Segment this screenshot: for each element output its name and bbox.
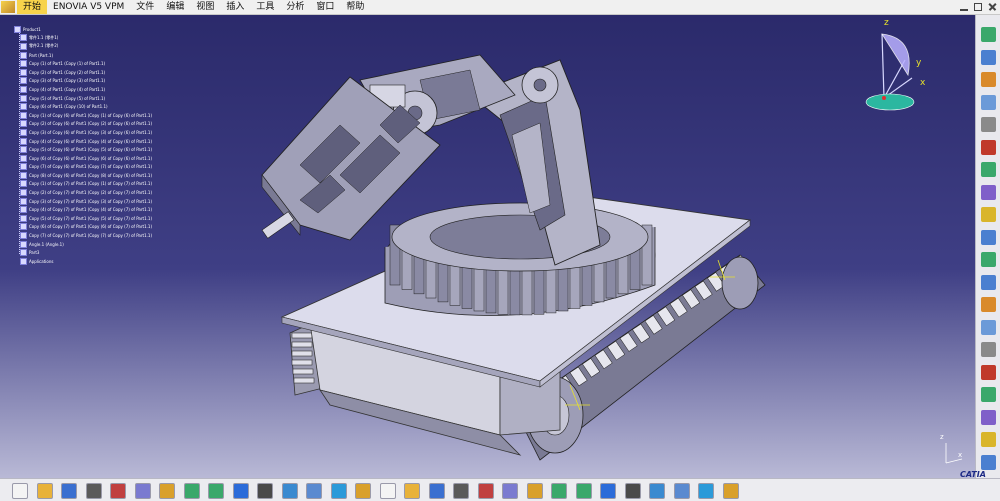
link-icon[interactable] bbox=[981, 117, 996, 132]
explode-icon[interactable] bbox=[981, 184, 996, 200]
catalog-icon[interactable] bbox=[306, 483, 322, 499]
fix-icon[interactable] bbox=[981, 342, 996, 357]
formula-icon[interactable] bbox=[257, 483, 273, 499]
normal-view-icon[interactable] bbox=[477, 483, 494, 499]
cube-icon[interactable] bbox=[649, 483, 665, 499]
manipulate-icon[interactable] bbox=[981, 139, 996, 155]
menu-view[interactable]: 视图 bbox=[190, 0, 220, 14]
window-controls bbox=[960, 0, 996, 14]
product-icon[interactable] bbox=[981, 27, 996, 42]
bottom-toolbar bbox=[0, 478, 1000, 501]
right-toolbar bbox=[975, 15, 1000, 478]
menu-file[interactable]: 文件 bbox=[130, 0, 160, 14]
robot-tank-model[interactable] bbox=[0, 15, 975, 478]
close-icon[interactable] bbox=[988, 3, 996, 11]
pan-icon[interactable] bbox=[379, 483, 396, 499]
gripper-tool bbox=[261, 211, 295, 239]
fit-all-icon[interactable] bbox=[355, 483, 371, 499]
grid-icon[interactable] bbox=[698, 483, 714, 499]
compass-y-label: y bbox=[916, 58, 922, 68]
menu-bar: 开始 ENOVIA V5 VPM 文件 编辑 视图 插入 工具 分析 窗口 帮助 bbox=[0, 0, 1000, 15]
iso-view-icon[interactable] bbox=[502, 483, 518, 499]
maximize-icon[interactable] bbox=[974, 3, 982, 11]
menu-help[interactable]: 帮助 bbox=[340, 0, 370, 14]
paste-icon[interactable] bbox=[159, 483, 175, 499]
catia-logo: CATIA bbox=[960, 470, 986, 479]
quick-constraint-icon[interactable] bbox=[981, 387, 996, 402]
rotate-icon[interactable] bbox=[404, 483, 420, 499]
menu-window[interactable]: 窗口 bbox=[310, 0, 340, 14]
scene-icon[interactable] bbox=[722, 483, 739, 499]
measure-icon[interactable] bbox=[600, 483, 616, 499]
swap-view-icon[interactable] bbox=[575, 483, 592, 499]
compass-x-label: x bbox=[920, 78, 926, 88]
offset-icon[interactable] bbox=[981, 297, 996, 312]
corner-z-label: z bbox=[940, 433, 944, 441]
constraint-icon[interactable] bbox=[981, 229, 996, 245]
open-icon[interactable] bbox=[36, 483, 53, 499]
redo-icon[interactable] bbox=[208, 483, 224, 499]
part-icon[interactable] bbox=[981, 94, 996, 110]
zoom-in-icon[interactable] bbox=[428, 483, 445, 499]
fly-mode-icon[interactable] bbox=[330, 483, 347, 499]
update-icon[interactable] bbox=[981, 454, 996, 470]
menu-tools[interactable]: 工具 bbox=[250, 0, 280, 14]
flexible-icon[interactable] bbox=[981, 409, 996, 425]
new-icon[interactable] bbox=[12, 483, 28, 499]
menu-start[interactable]: 开始 bbox=[17, 0, 48, 14]
corner-x-label: x bbox=[958, 451, 963, 459]
copy-icon[interactable] bbox=[134, 483, 151, 499]
minimize-icon[interactable] bbox=[960, 4, 968, 11]
compass-z-label: z bbox=[884, 18, 889, 28]
shading-icon[interactable] bbox=[526, 483, 543, 499]
sketch-icon[interactable] bbox=[624, 483, 641, 499]
fix-together-icon[interactable] bbox=[981, 364, 996, 380]
contact-icon[interactable] bbox=[981, 274, 996, 290]
reuse-pattern-icon[interactable] bbox=[981, 432, 996, 447]
knowledge-icon[interactable] bbox=[281, 483, 298, 499]
app-logo-icon[interactable] bbox=[1, 1, 15, 13]
angle-icon[interactable] bbox=[981, 319, 996, 335]
assembly-icon[interactable] bbox=[981, 49, 996, 65]
undo-icon[interactable] bbox=[183, 483, 200, 499]
zoom-out-icon[interactable] bbox=[453, 483, 469, 499]
render-icon[interactable] bbox=[673, 483, 690, 499]
corner-axis-indicator: z x bbox=[938, 433, 968, 468]
menu-analyze[interactable]: 分析 bbox=[280, 0, 310, 14]
rear-sprocket bbox=[721, 256, 759, 310]
cut-icon[interactable] bbox=[110, 483, 126, 499]
clash-icon[interactable] bbox=[981, 207, 996, 222]
hide-show-icon[interactable] bbox=[551, 483, 567, 499]
menu-insert[interactable]: 插入 bbox=[220, 0, 250, 14]
save-icon[interactable] bbox=[61, 483, 77, 499]
whats-this-icon[interactable] bbox=[232, 483, 249, 499]
menu-edit[interactable]: 编辑 bbox=[160, 0, 190, 14]
compass[interactable]: z y x bbox=[860, 18, 930, 115]
3d-viewport[interactable]: Product1 零件1.1 (零件1) 零件2.1 (零件2) Part (Part… bbox=[0, 15, 975, 478]
print-icon[interactable] bbox=[85, 483, 102, 499]
snap-icon[interactable] bbox=[981, 162, 996, 177]
menu-enovia[interactable]: ENOVIA V5 VPM bbox=[47, 0, 130, 14]
coincidence-icon[interactable] bbox=[981, 252, 996, 267]
component-icon[interactable] bbox=[981, 72, 996, 87]
